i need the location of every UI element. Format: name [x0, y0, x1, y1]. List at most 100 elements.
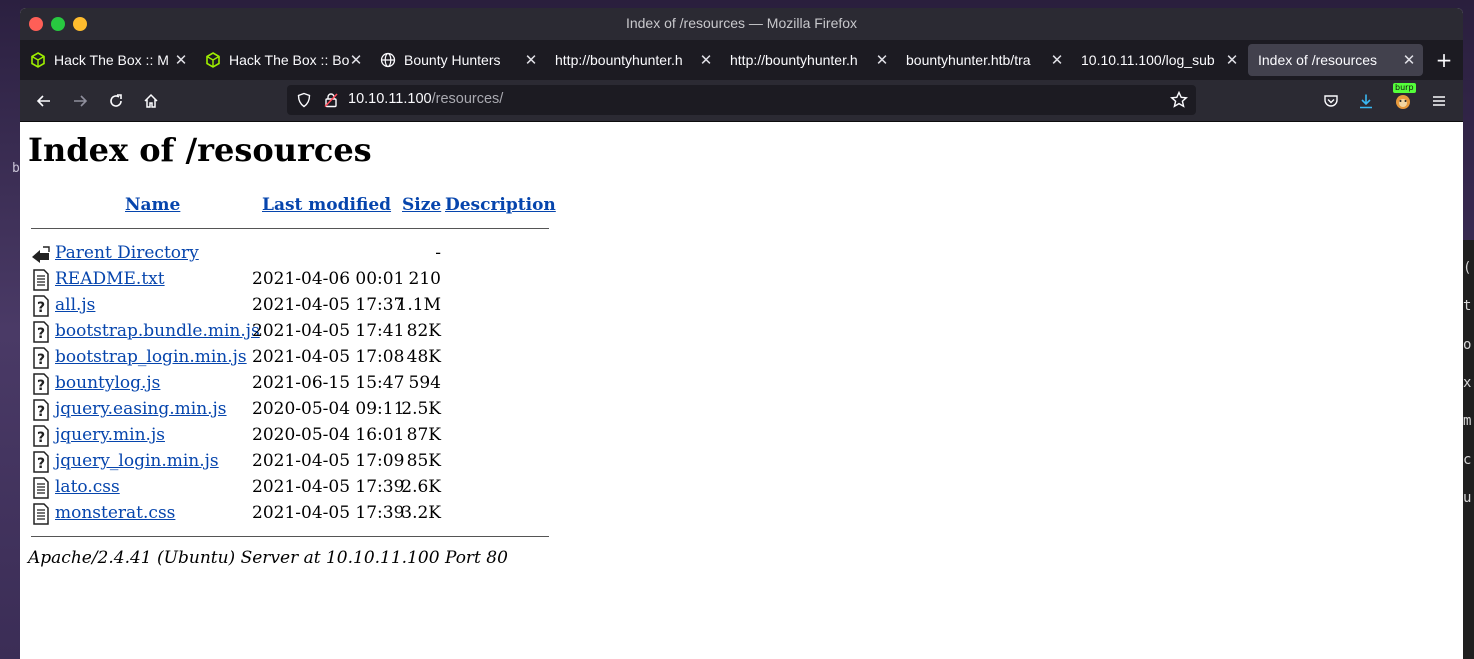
tab-htb-2[interactable]: Hack The Box :: Bo ✕	[195, 40, 370, 80]
url-bar[interactable]: 10.10.11.100/resources/	[287, 85, 1196, 115]
tab-label: bountyhunter.htb/tra	[906, 52, 1031, 68]
close-icon[interactable]: ✕	[1049, 51, 1065, 69]
close-icon[interactable]: ✕	[523, 51, 539, 69]
file-size: 1.1M	[396, 295, 441, 315]
insecure-lock-icon[interactable]	[323, 92, 339, 112]
tab-bountyhunter-tracker[interactable]: bountyhunter.htb/tra ✕	[896, 40, 1071, 80]
divider	[31, 536, 549, 537]
file-link[interactable]: bootstrap.bundle.min.js	[55, 321, 260, 341]
htb-cube-icon	[205, 52, 221, 68]
home-icon	[144, 93, 158, 108]
file-size: 82K	[406, 321, 441, 341]
file-link[interactable]: jquery.min.js	[55, 425, 165, 445]
tab-label: Index of /resources	[1258, 52, 1378, 68]
tab-bountyhunter-2[interactable]: http://bountyhunter.h ✕	[720, 40, 896, 80]
background-terminal: ( t o x m c u	[1463, 240, 1474, 659]
svg-text:?: ?	[37, 300, 45, 316]
terminal-text: u	[1463, 490, 1472, 506]
svg-text:?: ?	[37, 430, 45, 446]
tab-index-of-resources[interactable]: Index of /resources ✕	[1248, 44, 1423, 76]
burp-fox-icon	[1396, 95, 1410, 109]
close-icon[interactable]: ✕	[1401, 51, 1417, 69]
desktop-background-left	[0, 0, 20, 659]
terminal-text: t	[1463, 298, 1472, 314]
shield-icon[interactable]	[296, 92, 312, 112]
bookmark-star-icon[interactable]	[1170, 90, 1188, 113]
list-item: lato.css 2021-04-05 17:39 2.6K	[20, 477, 580, 503]
tab-log-submit[interactable]: 10.10.11.100/log_sub ✕	[1071, 40, 1246, 80]
downloads-button[interactable]	[1354, 89, 1378, 113]
file-modified: 2021-04-05 17:41	[252, 321, 405, 341]
list-item: ? bootstrap.bundle.min.js 2021-04-05 17:41…	[20, 321, 580, 347]
close-icon[interactable]: ✕	[1224, 51, 1240, 69]
server-signature: Apache/2.4.41 (Ubuntu) Server at 10.10.1…	[28, 548, 508, 568]
window-title: Index of /resources — Mozilla Firefox	[625, 15, 858, 31]
file-modified: 2021-06-15 15:47	[252, 373, 405, 393]
close-icon[interactable]: ✕	[173, 51, 189, 69]
home-button[interactable]	[139, 89, 163, 113]
file-link[interactable]: monsterat.css	[55, 503, 175, 523]
url-path: /resources/	[431, 91, 504, 107]
file-size: 85K	[406, 451, 441, 471]
terminal-text: c	[1463, 452, 1472, 468]
list-item: ? bountylog.js 2021-06-15 15:47 594	[20, 373, 580, 399]
terminal-text: (	[1463, 260, 1472, 276]
unknown-file-icon: ?	[31, 373, 51, 395]
terminal-text: m	[1463, 413, 1472, 429]
tab-bountyhunter-1[interactable]: http://bountyhunter.h ✕	[545, 40, 720, 80]
file-size: 594	[408, 373, 441, 393]
file-modified: 2021-04-05 17:08	[252, 347, 405, 367]
file-modified: 2021-04-05 17:37	[252, 295, 405, 315]
hamburger-menu-icon	[1433, 96, 1445, 106]
divider	[31, 228, 549, 229]
file-link[interactable]: jquery.easing.min.js	[55, 399, 227, 419]
close-icon[interactable]: ✕	[348, 51, 364, 69]
list-item: monsterat.css 2021-04-05 17:39 3.2K	[20, 503, 580, 529]
burp-badge: burp	[1393, 83, 1416, 93]
terminal-text: x	[1463, 375, 1472, 391]
file-modified: 2020-05-04 16:01	[252, 425, 405, 445]
text-file-icon	[31, 269, 51, 291]
column-header-description[interactable]: Description	[445, 195, 556, 215]
title-bar: Index of /resources — Mozilla Firefox	[20, 8, 1463, 40]
close-icon[interactable]: ✕	[874, 51, 890, 69]
back-button[interactable]	[32, 89, 56, 113]
file-link[interactable]: bootstrap_login.min.js	[55, 347, 247, 367]
file-modified: 2021-04-05 17:09	[252, 451, 405, 471]
tab-label: Hack The Box :: M	[54, 52, 169, 68]
column-header-size[interactable]: Size	[402, 195, 441, 215]
new-tab-button[interactable]: +	[1434, 48, 1454, 72]
file-link[interactable]: bountylog.js	[55, 373, 160, 393]
url-text[interactable]: 10.10.11.100/resources/	[348, 91, 503, 107]
forward-button[interactable]	[68, 89, 92, 113]
tab-htb-1[interactable]: Hack The Box :: M ✕	[20, 40, 195, 80]
page-title: Index of /resources	[28, 131, 372, 169]
tab-strip: Hack The Box :: M ✕ Hack The Box :: Bo ✕…	[20, 40, 1463, 80]
column-header-name[interactable]: Name	[125, 195, 180, 215]
pocket-button[interactable]	[1319, 89, 1343, 113]
file-size: 2.5K	[401, 399, 441, 419]
file-link[interactable]: README.txt	[55, 269, 165, 289]
reload-icon	[110, 94, 122, 107]
back-arrow-icon	[36, 95, 50, 107]
tab-label: Bounty Hunters	[404, 52, 501, 68]
column-header-last-modified[interactable]: Last modified	[262, 195, 391, 215]
file-size: 87K	[406, 425, 441, 445]
tab-bounty-hunters[interactable]: Bounty Hunters ✕	[370, 40, 545, 80]
list-item: ? all.js 2021-04-05 17:37 1.1M	[20, 295, 580, 321]
unknown-file-icon: ?	[31, 425, 51, 447]
pocket-icon	[1324, 95, 1338, 107]
unknown-file-icon: ?	[31, 321, 51, 343]
reload-button[interactable]	[104, 89, 128, 113]
file-modified: 2021-04-05 17:39	[252, 503, 405, 523]
tab-label: 10.10.11.100/log_sub	[1081, 52, 1215, 68]
htb-cube-icon	[30, 52, 46, 68]
file-link[interactable]: lato.css	[55, 477, 120, 497]
list-item: ? jquery_login.min.js 2021-04-05 17:09 85K	[20, 451, 580, 477]
tab-label: http://bountyhunter.h	[555, 52, 683, 68]
close-icon[interactable]: ✕	[698, 51, 714, 69]
menu-button[interactable]	[1427, 89, 1451, 113]
file-link[interactable]: all.js	[55, 295, 95, 315]
parent-directory-link[interactable]: Parent Directory	[55, 243, 199, 263]
file-link[interactable]: jquery_login.min.js	[55, 451, 219, 471]
